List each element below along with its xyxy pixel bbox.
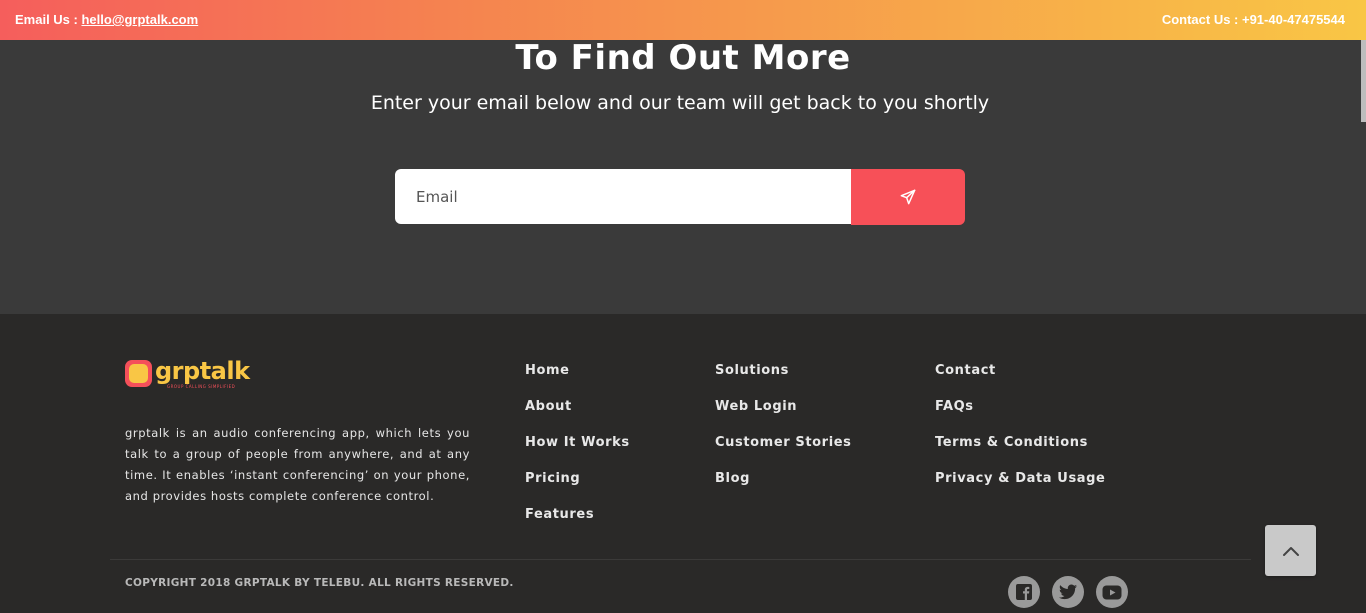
grptalk-logo[interactable]: grptalk GROUP CALLING SIMPLIFIED: [125, 358, 250, 389]
logo-tagline: GROUP CALLING SIMPLIFIED: [167, 384, 236, 389]
scroll-to-top-button[interactable]: [1265, 525, 1316, 576]
about-text: grptalk is an audio conferencing app, wh…: [125, 426, 470, 503]
footer-link-features[interactable]: Features: [525, 506, 630, 542]
footer-link-terms[interactable]: Terms & Conditions: [935, 434, 1105, 470]
footer-link-solutions[interactable]: Solutions: [715, 362, 852, 398]
twitter-link[interactable]: [1052, 576, 1084, 608]
phone-contact: Contact Us : +91-40-47475544: [1161, 12, 1345, 27]
facebook-icon: [1016, 584, 1032, 600]
footer-link-contact[interactable]: Contact: [935, 362, 1105, 398]
subscribe-subtitle: Enter your email below and our team will…: [370, 92, 990, 114]
email-input[interactable]: [395, 169, 851, 224]
footer-link-home[interactable]: Home: [525, 362, 630, 398]
scrollbar-thumb[interactable]: [1361, 40, 1366, 122]
footer-link-faqs[interactable]: FAQs: [935, 398, 1105, 434]
footer: grptalk GROUP CALLING SIMPLIFIED grptalk…: [0, 314, 1366, 613]
footer-link-blog[interactable]: Blog: [715, 470, 852, 506]
subscribe-title: To Find Out More: [515, 38, 851, 78]
logo-mark-icon: [125, 360, 152, 387]
chevron-up-icon: [1282, 546, 1299, 556]
footer-link-privacy[interactable]: Privacy & Data Usage: [935, 470, 1105, 506]
paper-plane-icon: [900, 189, 916, 205]
youtube-link[interactable]: [1096, 576, 1128, 608]
top-bar: Email Us : hello@grptalk.com Contact Us …: [0, 0, 1366, 40]
twitter-icon: [1059, 584, 1077, 600]
copyright-text: COPYRIGHT 2018 GRPTALK BY TELEBU. ALL RI…: [125, 577, 514, 589]
footer-link-pricing[interactable]: Pricing: [525, 470, 630, 506]
footer-links-col-2: Solutions Web Login Customer Stories Blo…: [715, 362, 852, 506]
footer-links-col-1: Home About How It Works Pricing Features: [525, 362, 630, 542]
email-contact: Email Us : hello@grptalk.com: [15, 12, 198, 27]
footer-divider: [110, 559, 1251, 560]
send-button[interactable]: [851, 169, 965, 225]
footer-link-customer-stories[interactable]: Customer Stories: [715, 434, 852, 470]
subscribe-section: To Find Out More Enter your email below …: [0, 38, 1366, 314]
footer-link-web-login[interactable]: Web Login: [715, 398, 852, 434]
facebook-link[interactable]: [1008, 576, 1040, 608]
footer-link-how-it-works[interactable]: How It Works: [525, 434, 630, 470]
footer-links-col-3: Contact FAQs Terms & Conditions Privacy …: [935, 362, 1105, 506]
youtube-icon: [1102, 585, 1122, 599]
email-label: Email Us :: [15, 12, 78, 27]
footer-link-about[interactable]: About: [525, 398, 630, 434]
email-link[interactable]: hello@grptalk.com: [81, 12, 198, 27]
logo-text: grptalk: [155, 357, 250, 385]
